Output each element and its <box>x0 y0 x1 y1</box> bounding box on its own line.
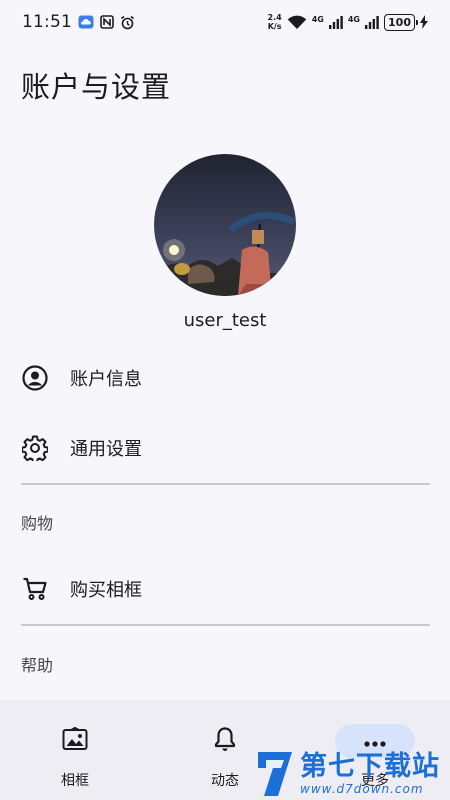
status-left: 11:51 <box>22 12 135 32</box>
signal-icon-2 <box>365 15 379 29</box>
page-title: 账户与设置 <box>21 70 172 104</box>
image-frame-icon <box>62 726 88 755</box>
cloud-icon <box>78 15 94 29</box>
account-info-item[interactable]: 账户信息 <box>0 346 450 410</box>
nav-pill <box>185 724 265 758</box>
help-section-header: 帮助 <box>21 656 54 675</box>
username: user_test <box>183 310 267 331</box>
nfc-icon <box>100 15 114 29</box>
status-right: 2.4 K/s 4G 4G 100 <box>268 13 428 31</box>
gear-icon <box>21 434 49 462</box>
general-settings-label: 通用设置 <box>70 439 142 460</box>
status-time: 11:51 <box>22 12 72 32</box>
network-speed-value: 2.4 <box>267 13 282 22</box>
divider <box>21 483 430 485</box>
network-type-1: 4G <box>311 15 324 24</box>
watermark: 第七下载站 www.d7down.com <box>256 748 446 800</box>
watermark-sub: www.d7down.com <box>300 782 424 796</box>
avatar[interactable] <box>154 154 296 296</box>
divider <box>21 624 430 626</box>
watermark-text: 第七下载站 www.d7down.com <box>300 751 440 797</box>
status-bar: 11:51 2.4 K/s 4G 4G 100 <box>0 0 450 44</box>
network-speed: 2.4 K/s <box>268 13 282 31</box>
shopping-cart-icon <box>21 575 49 603</box>
avatar-image <box>154 154 296 296</box>
network-type-2: 4G <box>347 15 360 24</box>
shopping-section-header: 购物 <box>21 514 54 533</box>
charging-bolt-icon <box>420 15 428 29</box>
bell-icon <box>214 726 236 756</box>
nav-label-frames: 相框 <box>61 773 89 789</box>
wifi-icon <box>287 15 307 30</box>
battery-indicator: 100 <box>384 13 418 31</box>
account-info-label: 账户信息 <box>70 369 142 390</box>
watermark-logo-icon <box>256 750 294 798</box>
battery-level: 100 <box>388 15 411 29</box>
buy-frame-label: 购买相框 <box>70 580 142 601</box>
network-speed-unit: K/s <box>267 22 282 31</box>
account-circle-icon <box>21 364 49 392</box>
buy-frame-item[interactable]: 购买相框 <box>0 557 450 621</box>
nav-pill <box>35 724 115 758</box>
general-settings-item[interactable]: 通用设置 <box>0 416 450 480</box>
signal-icon-1 <box>328 15 343 29</box>
alarm-icon <box>120 15 135 30</box>
nav-item-frames[interactable]: 相框 <box>0 700 150 800</box>
watermark-main: 第七下载站 <box>300 751 440 782</box>
